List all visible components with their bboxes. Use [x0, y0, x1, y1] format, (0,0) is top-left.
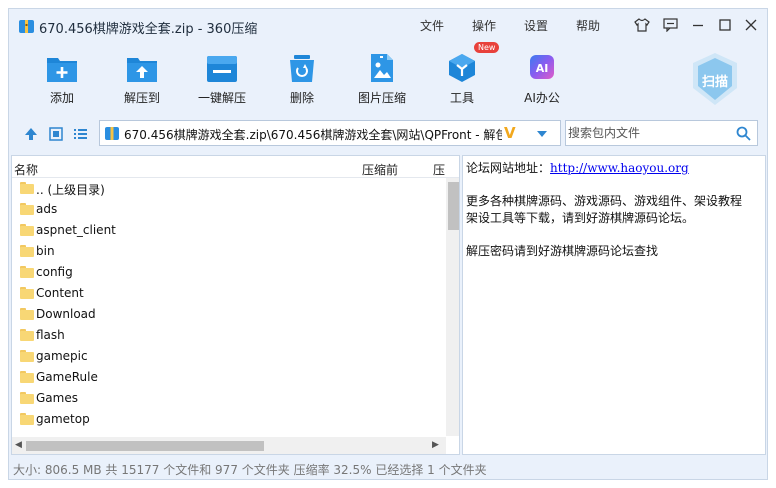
extract-to-label: 解压到: [123, 91, 160, 105]
extract-to-button[interactable]: 解压到: [107, 49, 177, 111]
extract-to-icon: [127, 58, 157, 82]
menu-file[interactable]: 文件: [420, 17, 444, 34]
search-input[interactable]: [568, 123, 728, 143]
column-original-size-header[interactable]: 压缩前: [362, 161, 398, 178]
forum-label: 论坛网站地址：: [466, 161, 551, 175]
file-rows: .. (上级目录) ads aspnet_client bin config C…: [12, 178, 446, 430]
delete-button[interactable]: 删除: [267, 49, 337, 111]
vertical-scroll-thumb[interactable]: [448, 182, 459, 230]
list-item[interactable]: config: [12, 262, 446, 283]
title-bar: 670.456棋牌游戏全套.zip - 360压缩 文件 操作 设置 帮助: [9, 9, 767, 43]
horizontal-scrollbar[interactable]: ◀ ▶: [12, 437, 446, 454]
close-icon[interactable]: [742, 16, 760, 34]
forum-link[interactable]: http://www.haoyou.org: [550, 161, 689, 175]
comment-line: 解压密码请到好游棋牌源码论坛查找: [466, 244, 659, 258]
list-item[interactable]: Download: [12, 304, 446, 325]
one-click-extract-icon: [207, 56, 237, 82]
one-click-extract-button[interactable]: 一键解压: [187, 49, 257, 111]
image-compress-icon: [371, 54, 393, 82]
zip-file-icon: [105, 127, 119, 140]
archive-comment-pane: 论坛网站地址：http://www.haoyou.org 更多各种棋牌源码、游戏…: [462, 155, 766, 455]
file-list-header: 名称 压缩前 压: [12, 156, 459, 178]
list-item[interactable]: ads: [12, 199, 446, 220]
status-bar: 大小: 806.5 MB 共 15177 个文件和 977 个文件夹 压缩率 3…: [13, 463, 487, 477]
file-list: 名称 压缩前 压 .. (上级目录) ads aspnet_client bin…: [11, 155, 460, 455]
zip-app-icon: [19, 20, 34, 33]
menu-operation[interactable]: 操作: [472, 17, 496, 34]
list-item[interactable]: aspnet_client: [12, 220, 446, 241]
scan-button[interactable]: 扫描: [691, 52, 739, 106]
new-badge: New: [474, 42, 500, 53]
tools-label: 工具: [449, 91, 474, 105]
maximize-icon[interactable]: [716, 16, 734, 34]
menu-help[interactable]: 帮助: [576, 17, 600, 34]
horizontal-scroll-thumb[interactable]: [26, 441, 264, 451]
chevron-down-icon[interactable]: [536, 130, 548, 138]
folder-icon: [20, 266, 34, 278]
folder-icon: [20, 350, 34, 362]
folder-icon: [20, 413, 34, 425]
app-window: 670.456棋牌游戏全套.zip - 360压缩 文件 操作 设置 帮助 添加: [8, 8, 768, 480]
list-item[interactable]: gametop: [12, 409, 446, 430]
window-title: 670.456棋牌游戏全套.zip - 360压缩: [39, 22, 258, 37]
comment-line: 架设工具等下载，请到好游棋牌源码论坛。: [466, 211, 695, 225]
feedback-icon[interactable]: [661, 16, 679, 34]
list-item[interactable]: Games: [12, 388, 446, 409]
list-item-parent-directory[interactable]: .. (上级目录): [12, 178, 446, 199]
scroll-right-icon[interactable]: ▶: [432, 440, 439, 450]
address-bar[interactable]: 670.456棋牌游戏全套.zip\670.456棋牌游戏全套\网站\QPFro…: [99, 120, 561, 146]
ai-office-button[interactable]: AI AI办公: [507, 49, 577, 111]
folder-icon: [20, 287, 34, 299]
list-item[interactable]: bin: [12, 241, 446, 262]
list-item[interactable]: gamepic: [12, 346, 446, 367]
scan-label: 扫描: [701, 75, 728, 90]
search-icon[interactable]: [736, 126, 751, 141]
folder-icon: [20, 329, 34, 341]
comment-line: 更多各种棋牌源码、游戏源码、游戏组件、架设教程: [466, 194, 743, 208]
image-compress-label: 图片压缩: [357, 91, 406, 105]
vertical-scrollbar[interactable]: [446, 178, 459, 436]
folder-icon: [20, 392, 34, 404]
folder-icon: [20, 371, 34, 383]
view-list-icon[interactable]: [72, 126, 88, 142]
skin-shirt-icon[interactable]: [633, 16, 651, 34]
minimize-icon[interactable]: [689, 16, 707, 34]
tools-button[interactable]: 工具: [427, 49, 497, 111]
menu-settings[interactable]: 设置: [524, 17, 548, 34]
delete-label: 删除: [289, 91, 314, 105]
search-box[interactable]: [565, 120, 758, 146]
ai-office-icon: AI: [530, 55, 554, 79]
add-label: 添加: [49, 91, 74, 105]
column-name-header[interactable]: 名称: [14, 161, 38, 178]
folder-icon: [20, 182, 34, 194]
view-thumbnail-icon[interactable]: [48, 126, 64, 142]
image-compress-button[interactable]: 图片压缩: [347, 49, 417, 111]
folder-icon: [20, 308, 34, 320]
scroll-left-icon[interactable]: ◀: [15, 440, 22, 450]
svg-text:AI: AI: [536, 62, 549, 75]
folder-icon: [20, 203, 34, 215]
trash-icon: [290, 55, 314, 82]
tools-icon: [449, 54, 475, 82]
folder-icon: [20, 224, 34, 236]
column-compressed-header[interactable]: 压: [433, 161, 445, 178]
add-button[interactable]: 添加: [27, 49, 97, 111]
forum-address-line: 论坛网站地址：http://www.haoyou.org: [466, 159, 689, 176]
list-item[interactable]: Content: [12, 283, 446, 304]
one-click-extract-label: 一键解压: [197, 91, 246, 105]
add-icon: [47, 58, 77, 82]
list-item[interactable]: GameRule: [12, 367, 446, 388]
list-item[interactable]: flash: [12, 325, 446, 346]
ai-office-label: AI办公: [524, 91, 560, 105]
up-arrow-icon[interactable]: [23, 126, 39, 142]
folder-icon: [20, 245, 34, 257]
vip-icon[interactable]: V: [504, 126, 516, 141]
archive-path: 670.456棋牌游戏全套.zip\670.456棋牌游戏全套\网站\QPFro…: [124, 128, 502, 142]
